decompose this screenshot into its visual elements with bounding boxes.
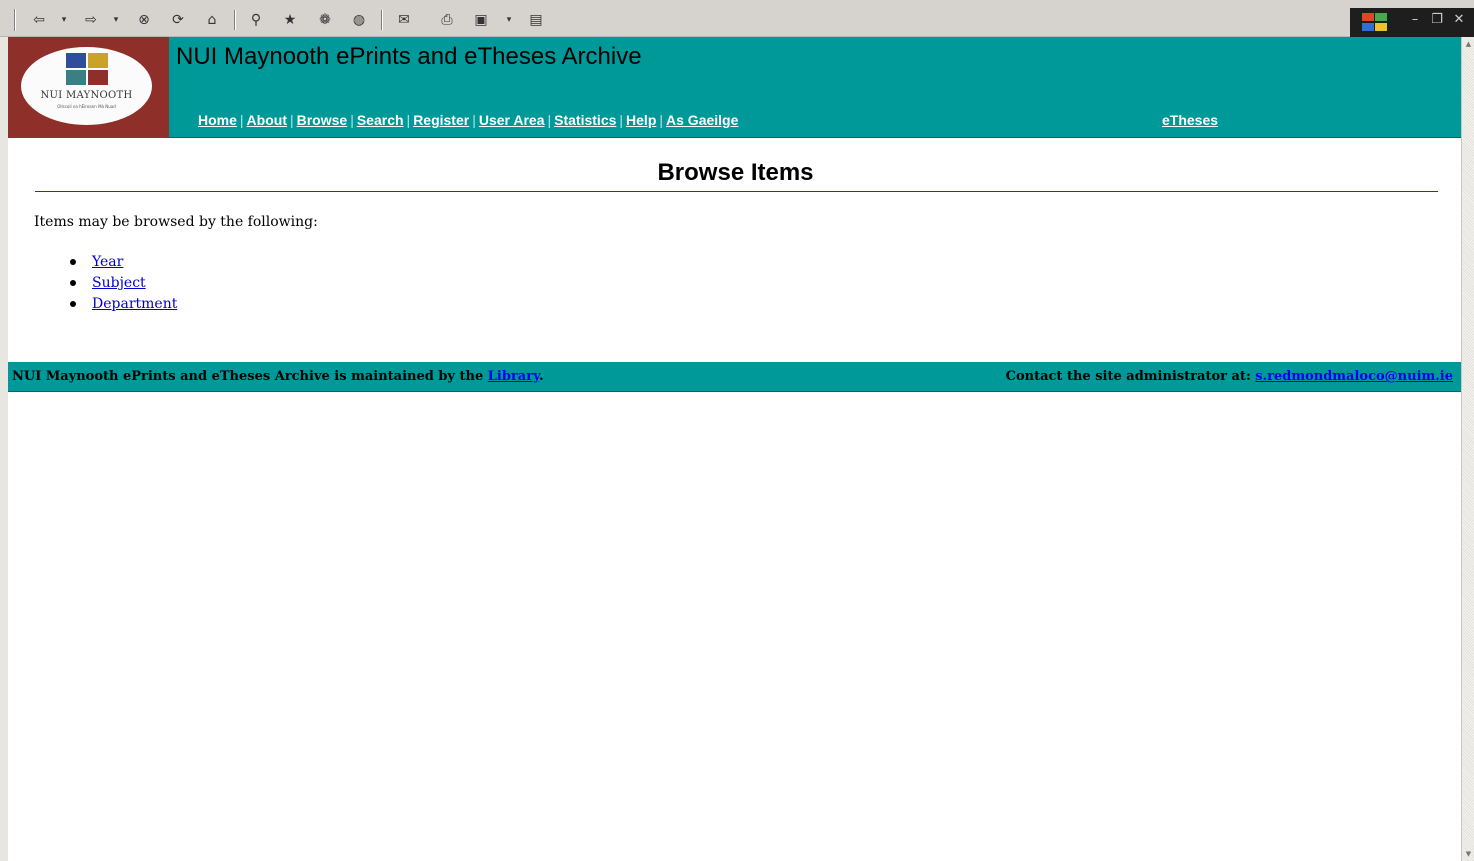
browser-toolbar: ⇦ ▾ ⇨ ▾ ⊗ ⟳ ⌂ ⚲ ★ ❁ ◍ ✉ ⎙ ▣ ▾ ▤ – ❐ ✕	[0, 0, 1474, 37]
history-icon[interactable]: ❁	[314, 10, 336, 30]
nav-browse[interactable]: Browse	[297, 112, 348, 128]
admin-email-link[interactable]: s.redmondmaloco@nuim.ie	[1255, 369, 1453, 384]
toolbar-separator	[381, 10, 383, 30]
logo-text: NUI MAYNOOTH	[40, 90, 133, 101]
nav-as-gaeilge[interactable]: As Gaeilge	[666, 112, 738, 128]
crest-icon	[66, 53, 108, 85]
scroll-up-icon[interactable]: ▲	[1463, 38, 1474, 50]
footer-maintained-by: NUI Maynooth ePrints and eTheses Archive…	[12, 369, 544, 384]
nav-register[interactable]: Register	[413, 112, 469, 128]
nav-about[interactable]: About	[247, 112, 287, 128]
print-icon[interactable]: ⎙	[436, 10, 458, 30]
edit-dropdown-icon[interactable]: ▾	[503, 10, 515, 30]
nav-user-area[interactable]: User Area	[479, 112, 545, 128]
main-nav: Home | About | Browse | Search | Register | User A…	[198, 112, 739, 128]
stop-icon[interactable]: ⊗	[133, 10, 155, 30]
windows-logo-icon	[1360, 12, 1390, 32]
list-item: Year	[70, 251, 177, 272]
bullet-icon	[70, 300, 76, 307]
home-icon[interactable]: ⌂	[201, 10, 223, 30]
back-icon[interactable]: ⇦	[28, 10, 50, 30]
list-item: Subject	[70, 272, 177, 293]
scroll-down-icon[interactable]: ▼	[1463, 848, 1474, 860]
site-header: NUI MAYNOOTH Ollscoil na hÉireann Má Nua…	[8, 37, 1461, 138]
nav-search[interactable]: Search	[357, 112, 404, 128]
bullet-icon	[70, 258, 76, 265]
logo-tagline: Ollscoil na hÉireann Má Nuad	[57, 104, 116, 109]
favorites-icon[interactable]: ★	[279, 10, 301, 30]
edit-icon[interactable]: ▣	[470, 10, 492, 30]
browse-options-list: Year Subject Department	[70, 251, 177, 314]
intro-text: Items may be browsed by the following:	[34, 214, 318, 230]
university-logo[interactable]: NUI MAYNOOTH Ollscoil na hÉireann Má Nua…	[21, 47, 152, 125]
browse-by-subject-link[interactable]: Subject	[92, 275, 146, 291]
back-dropdown-icon[interactable]: ▾	[58, 10, 70, 30]
list-item: Department	[70, 293, 177, 314]
mail-icon[interactable]: ✉	[393, 10, 415, 30]
browse-by-year-link[interactable]: Year	[92, 254, 123, 270]
nav-help[interactable]: Help	[626, 112, 656, 128]
vertical-scrollbar[interactable]: ▲ ▼	[1461, 37, 1474, 861]
forward-dropdown-icon[interactable]: ▾	[110, 10, 122, 30]
forward-icon[interactable]: ⇨	[80, 10, 102, 30]
title-divider	[35, 191, 1438, 192]
logo-box[interactable]: NUI MAYNOOTH Ollscoil na hÉireann Má Nua…	[8, 37, 169, 138]
browse-by-department-link[interactable]: Department	[92, 296, 177, 312]
search-icon[interactable]: ⚲	[245, 10, 267, 30]
toolbar-separator	[234, 10, 236, 30]
nav-etheses[interactable]: eTheses	[1162, 112, 1218, 128]
refresh-icon[interactable]: ⟳	[167, 10, 189, 30]
nav-home[interactable]: Home	[198, 112, 237, 128]
window-controls: – ❐ ✕	[1350, 8, 1474, 37]
discuss-icon[interactable]: ▤	[525, 10, 547, 30]
toolbar-grip[interactable]	[14, 9, 16, 31]
channels-icon[interactable]: ◍	[348, 10, 370, 30]
library-link[interactable]: Library	[488, 369, 539, 384]
nav-statistics[interactable]: Statistics	[554, 112, 616, 128]
bullet-icon	[70, 279, 76, 286]
close-icon[interactable]: ✕	[1450, 10, 1468, 28]
site-title: NUI Maynooth ePrints and eTheses Archive	[176, 43, 642, 70]
footer-contact: Contact the site administrator at: s.red…	[1005, 369, 1453, 384]
minimize-icon[interactable]: –	[1406, 10, 1424, 28]
restore-icon[interactable]: ❐	[1428, 10, 1446, 28]
page-content: NUI MAYNOOTH Ollscoil na hÉireann Má Nua…	[8, 37, 1461, 861]
site-footer: NUI Maynooth ePrints and eTheses Archive…	[8, 362, 1461, 392]
page-title: Browse Items	[657, 159, 814, 186]
